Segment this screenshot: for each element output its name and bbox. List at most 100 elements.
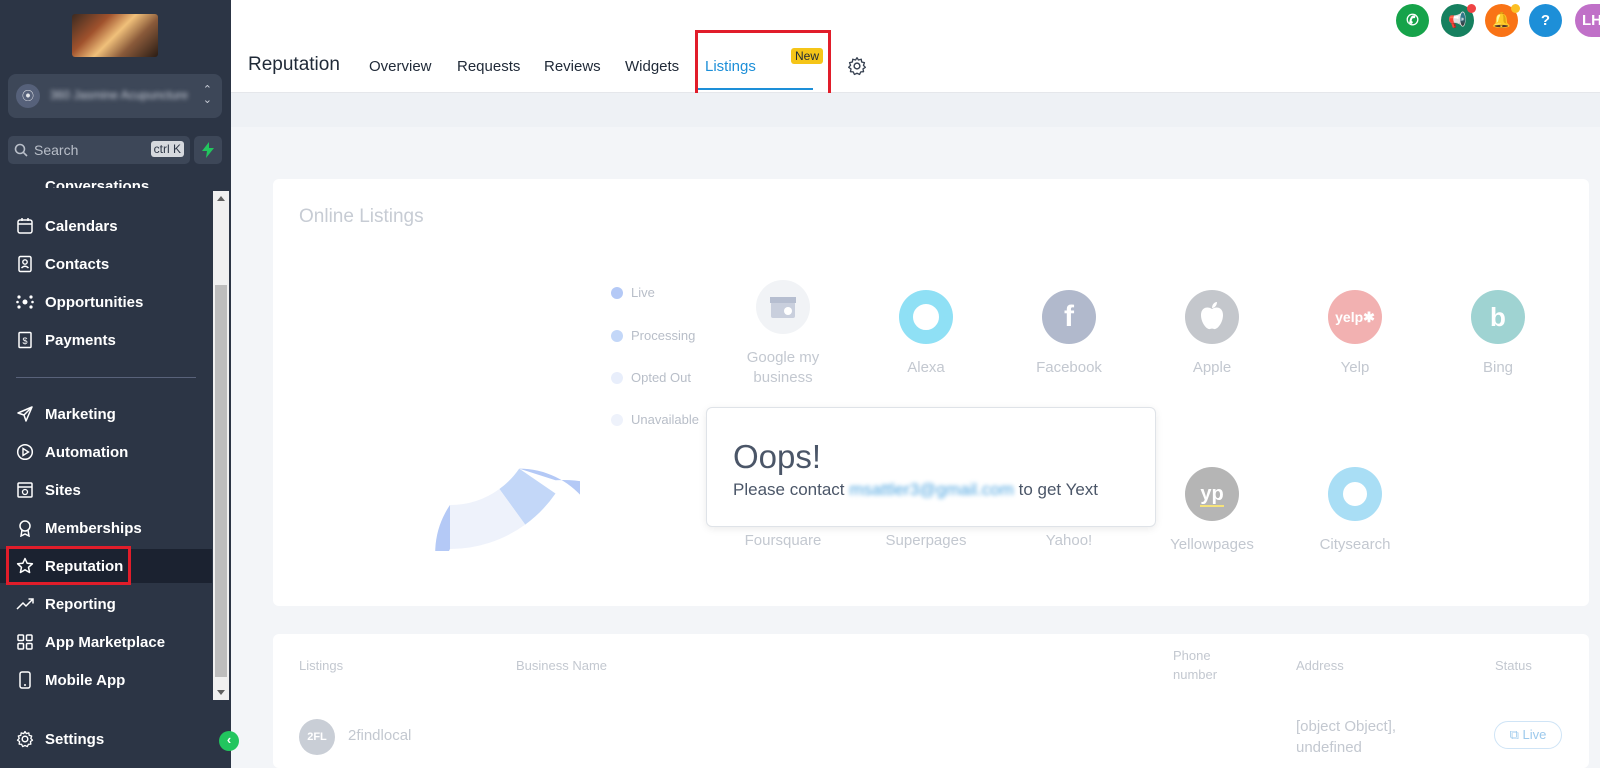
- sidebar-item-label: Mobile App: [45, 672, 126, 689]
- sidebar-item-payments[interactable]: $ Payments: [0, 323, 212, 357]
- collapse-sidebar-button[interactable]: ‹: [219, 731, 239, 751]
- column-header-listings: Listings: [299, 658, 344, 673]
- legend-dot: [611, 372, 623, 384]
- listing-name: Google my business: [746, 349, 820, 386]
- account-switcher[interactable]: ⦿ 360 Jasmine Acupuncture ⌃ ⌄: [8, 74, 222, 118]
- listing-apple[interactable]: Apple: [1152, 290, 1272, 378]
- sidebar-item-label: Settings: [45, 731, 105, 748]
- listing-foursquare[interactable]: Foursquare: [723, 531, 843, 551]
- listing-name: Superpages: [885, 532, 967, 549]
- grid-icon: [17, 634, 33, 650]
- listing-facebook[interactable]: f Facebook: [1009, 290, 1129, 378]
- sidebar-item-label: Sites: [45, 482, 81, 499]
- search-placeholder: Search: [34, 142, 79, 158]
- top-header: Reputation Overview Requests Reviews Wid…: [231, 0, 1600, 93]
- sidebar-item-memberships[interactable]: Memberships: [0, 511, 212, 545]
- scrollbar-thumb[interactable]: [215, 285, 227, 677]
- phone-icon: ✆: [1406, 12, 1419, 29]
- sidebar-item-label: Contacts: [45, 256, 110, 273]
- sidebar-item-opportunities[interactable]: Opportunities: [0, 285, 212, 319]
- address-cell: [object Object], undefined: [1296, 716, 1396, 758]
- listing-name: Yellowpages: [1170, 536, 1254, 553]
- external-link-icon: ⧉: [1509, 727, 1519, 742]
- listing-name: Facebook: [1036, 359, 1102, 376]
- avatar-initials: LH: [1582, 12, 1600, 29]
- sidebar-item-automation[interactable]: Automation: [0, 435, 212, 469]
- sidebar-item-mobile-app[interactable]: Mobile App: [0, 663, 212, 697]
- sidebar-divider: [16, 377, 196, 378]
- oops-message: Please contact msattler3@gmail.com to ge…: [733, 480, 1098, 500]
- oops-title: Oops!: [733, 438, 822, 475]
- listing-name: Yelp: [1340, 359, 1370, 376]
- user-avatar[interactable]: LH: [1575, 4, 1600, 37]
- sidebar: ⦿ 360 Jasmine Acupuncture ⌃ ⌄ Search ctrl…: [0, 0, 231, 768]
- legend-dot: [611, 287, 623, 299]
- listing-name: Bing: [1482, 359, 1514, 376]
- payments-icon: $: [18, 331, 32, 349]
- scroll-up-arrow-icon[interactable]: [217, 196, 225, 201]
- alexa-icon: [899, 290, 953, 344]
- chevron-updown-icon: ⌃ ⌄: [202, 84, 212, 106]
- legend-label: Live: [631, 285, 655, 300]
- opportunities-icon: [16, 295, 34, 309]
- listing-yellowpages[interactable]: yp Yellowpages: [1152, 467, 1272, 555]
- status-badge[interactable]: ⧉ Live: [1494, 721, 1562, 749]
- facebook-icon: f: [1042, 290, 1096, 344]
- settings-gear-icon[interactable]: [847, 56, 867, 76]
- search-icon: [14, 143, 28, 157]
- highlight-box-reputation: [6, 546, 131, 585]
- chevron-left-icon: ‹: [226, 732, 232, 747]
- sidebar-item-marketing[interactable]: Marketing: [0, 397, 212, 431]
- online-listings-title: Online Listings: [299, 206, 424, 227]
- quick-actions-button[interactable]: [194, 136, 222, 164]
- apple-icon: [1185, 290, 1239, 344]
- sidebar-scrollbar[interactable]: [213, 191, 229, 700]
- sites-icon: [17, 482, 33, 498]
- sidebar-item-conversations[interactable]: Conversations: [45, 178, 149, 188]
- column-header-status: Status: [1495, 658, 1532, 673]
- tab-requests[interactable]: Requests: [457, 58, 520, 75]
- listing-alexa[interactable]: Alexa: [866, 290, 986, 378]
- help-button[interactable]: ?: [1529, 4, 1562, 37]
- search-input[interactable]: Search ctrl K: [8, 136, 190, 164]
- listing-superpages[interactable]: Superpages: [866, 531, 986, 551]
- bell-icon: 🔔: [1492, 12, 1511, 29]
- phone-button[interactable]: ✆: [1396, 4, 1429, 37]
- listing-name: Alexa: [907, 359, 945, 376]
- page-title: Reputation: [248, 54, 340, 75]
- status-label: Live: [1522, 727, 1547, 742]
- sidebar-item-app-marketplace[interactable]: App Marketplace: [0, 625, 212, 659]
- sidebar-item-label: Marketing: [45, 406, 116, 423]
- oops-message-prefix: Please contact: [733, 480, 845, 499]
- citysearch-icon: [1328, 467, 1382, 521]
- listing-name: Yahoo!: [1045, 532, 1093, 549]
- google-my-business-icon: [756, 280, 810, 334]
- listing-avatar: 2FL: [299, 719, 335, 755]
- listing-bing[interactable]: b Bing: [1438, 290, 1558, 378]
- sidebar-item-label: Calendars: [45, 218, 118, 235]
- tab-reviews[interactable]: Reviews: [544, 58, 601, 75]
- lightning-icon: [202, 142, 214, 158]
- bing-icon: b: [1471, 290, 1525, 344]
- sidebar-item-calendars[interactable]: Calendars: [0, 209, 212, 243]
- tab-overview[interactable]: Overview: [369, 58, 432, 75]
- sidebar-item-label: Automation: [45, 444, 129, 461]
- sidebar-item-contacts[interactable]: Contacts: [0, 247, 212, 281]
- listing-citysearch[interactable]: Citysearch: [1295, 467, 1415, 555]
- tab-widgets[interactable]: Widgets: [625, 58, 679, 75]
- notification-dot: [1511, 4, 1520, 13]
- listing-yelp[interactable]: yelp✱ Yelp: [1295, 290, 1415, 378]
- sidebar-item-reporting[interactable]: Reporting: [0, 587, 212, 621]
- listing-name: Citysearch: [1319, 536, 1391, 553]
- listing-yahoo[interactable]: Yahoo!: [1009, 531, 1129, 551]
- gear-icon: [16, 730, 34, 748]
- contact-email-link[interactable]: msattler3@gmail.com: [849, 480, 1014, 499]
- listings-donut-chart: [435, 468, 580, 551]
- scroll-down-arrow-icon[interactable]: [217, 690, 225, 695]
- sidebar-item-sites[interactable]: Sites: [0, 473, 212, 507]
- question-icon: ?: [1540, 12, 1551, 29]
- oops-message-suffix: to get Yext: [1018, 480, 1099, 499]
- listing-google-my-business[interactable]: Google my business: [723, 280, 843, 388]
- sidebar-item-settings[interactable]: Settings: [0, 722, 212, 756]
- address-line-2: undefined: [1296, 739, 1362, 756]
